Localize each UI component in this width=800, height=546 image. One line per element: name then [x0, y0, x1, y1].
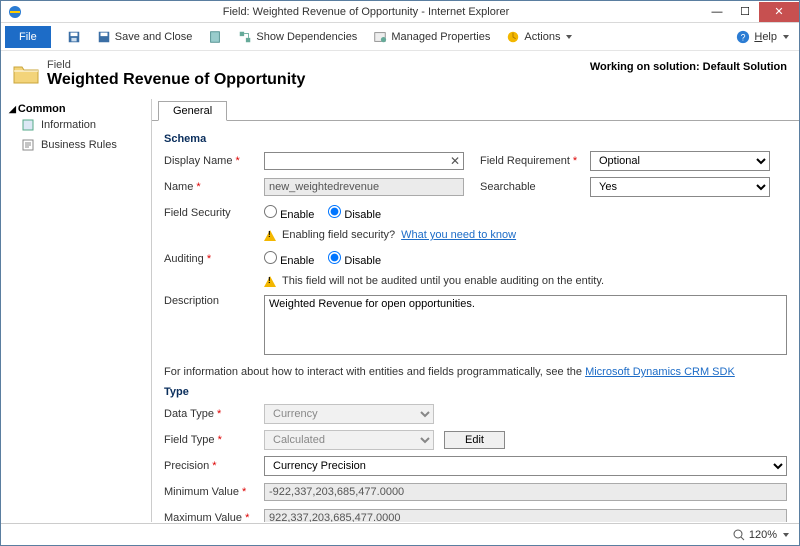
dependencies-icon — [238, 30, 252, 44]
auditing-disable[interactable]: Disable — [328, 251, 381, 267]
chevron-down-icon — [566, 35, 572, 39]
description-textarea[interactable]: Weighted Revenue for open opportunities. — [264, 295, 787, 355]
display-name-label: Display Name — [164, 155, 264, 167]
chevron-down-icon — [783, 35, 789, 39]
field-security-enable[interactable]: Enable — [264, 205, 314, 221]
entity-type-label: Field — [47, 59, 305, 71]
zoom-value: 120% — [749, 529, 777, 541]
chevron-down-icon — [783, 533, 789, 537]
sidebar-item-information[interactable]: Information — [9, 115, 143, 135]
field-security-disable[interactable]: Disable — [328, 205, 381, 221]
page-title: Weighted Revenue of Opportunity — [47, 71, 305, 89]
security-warn-link[interactable]: What you need to know — [401, 229, 516, 241]
description-label: Description — [164, 295, 264, 307]
field-requirement-label: Field Requirement — [480, 155, 590, 167]
sdk-link[interactable]: Microsoft Dynamics CRM SDK — [585, 366, 735, 378]
precision-select[interactable]: Currency Precision — [264, 456, 787, 476]
info-icon — [21, 118, 35, 132]
sidebar-item-label: Information — [41, 119, 96, 131]
magnifier-icon — [733, 529, 745, 541]
collapse-icon: ◢ — [9, 104, 16, 115]
field-type-select: Calculated — [264, 430, 434, 450]
sidebar-item-label: Business Rules — [41, 139, 117, 151]
actions-label: Actions — [524, 31, 560, 43]
help-menu[interactable]: ? Help — [730, 28, 795, 46]
sidebar: ◢ Common Information Business Rules — [1, 99, 151, 522]
type-heading: Type — [164, 386, 787, 398]
max-value-label: Maximum Value — [164, 512, 264, 522]
name-input[interactable] — [264, 178, 464, 196]
tab-general[interactable]: General — [158, 101, 227, 121]
auditing-warning: This field will not be audited until you… — [264, 275, 787, 287]
field-security-label: Field Security — [164, 207, 264, 219]
auditing-enable[interactable]: Enable — [264, 251, 314, 267]
managed-props-label: Managed Properties — [391, 31, 490, 43]
name-label: Name — [164, 181, 264, 193]
schema-heading: Schema — [164, 133, 787, 145]
auditing-warn-text: This field will not be audited until you… — [282, 275, 604, 287]
edit-button[interactable]: Edit — [444, 431, 505, 449]
managed-properties-button[interactable]: Managed Properties — [367, 28, 496, 46]
searchable-select[interactable]: Yes — [590, 177, 770, 197]
solution-context: Working on solution: Default Solution — [590, 59, 787, 73]
main-panel: General Schema Display Name ✕ Field Requ… — [151, 99, 799, 522]
data-type-label: Data Type — [164, 408, 264, 420]
status-bar: 120% — [1, 523, 799, 545]
help-label: Help — [754, 31, 777, 43]
page-header: Field Weighted Revenue of Opportunity Wo… — [1, 51, 799, 99]
help-icon: ? — [736, 30, 750, 44]
delete-icon — [208, 30, 222, 44]
toolbar: File Save and Close Show Dependencies Ma… — [1, 23, 799, 51]
zoom-control[interactable]: 120% — [733, 529, 789, 541]
min-value-label: Minimum Value — [164, 486, 264, 498]
data-type-select: Currency — [264, 404, 434, 424]
actions-icon — [506, 30, 520, 44]
show-dep-label: Show Dependencies — [256, 31, 357, 43]
precision-label: Precision — [164, 460, 264, 472]
folder-icon — [13, 63, 39, 85]
security-warning: Enabling field security? What you need t… — [264, 229, 787, 241]
file-menu[interactable]: File — [5, 26, 51, 48]
maximize-button[interactable]: ☐ — [731, 2, 759, 22]
rules-icon — [21, 138, 35, 152]
actions-menu[interactable]: Actions — [500, 28, 578, 46]
warning-icon — [264, 276, 276, 287]
save-and-close-button[interactable]: Save and Close — [91, 28, 199, 46]
save-close-icon — [97, 30, 111, 44]
sdk-info: For information about how to interact wi… — [164, 366, 787, 378]
window-title: Field: Weighted Revenue of Opportunity -… — [29, 6, 703, 18]
field-requirement-select[interactable]: Optional — [590, 151, 770, 171]
window-titlebar: Field: Weighted Revenue of Opportunity -… — [1, 1, 799, 23]
clear-icon[interactable]: ✕ — [450, 154, 460, 168]
searchable-label: Searchable — [480, 181, 590, 193]
auditing-label: Auditing — [164, 253, 264, 265]
sidebar-item-business-rules[interactable]: Business Rules — [9, 135, 143, 155]
save-button[interactable] — [61, 28, 87, 46]
managed-props-icon — [373, 30, 387, 44]
security-warn-text: Enabling field security? — [282, 229, 395, 241]
field-type-label: Field Type — [164, 434, 264, 446]
sidebar-section-label: Common — [18, 103, 66, 115]
save-icon — [67, 30, 81, 44]
close-button[interactable]: ✕ — [759, 2, 799, 22]
ie-icon — [7, 4, 23, 20]
svg-text:?: ? — [741, 32, 746, 42]
minimize-button[interactable]: — — [703, 2, 731, 22]
save-close-label: Save and Close — [115, 31, 193, 43]
delete-button[interactable] — [202, 28, 228, 46]
display-name-input[interactable] — [264, 152, 464, 170]
show-dependencies-button[interactable]: Show Dependencies — [232, 28, 363, 46]
warning-icon — [264, 230, 276, 241]
min-value-input[interactable] — [264, 483, 787, 501]
max-value-input[interactable] — [264, 509, 787, 522]
sidebar-section-common[interactable]: ◢ Common — [9, 103, 143, 115]
